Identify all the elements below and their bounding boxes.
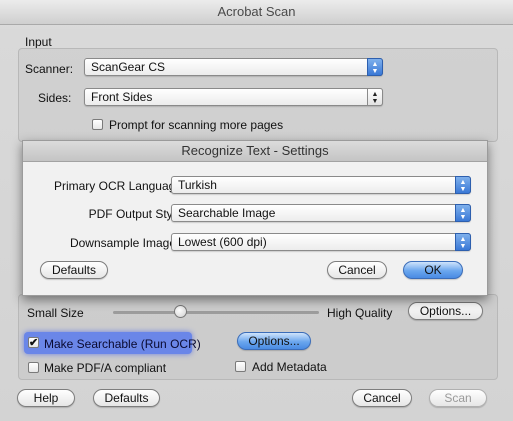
up-down-arrows-icon: ▲ ▼	[455, 176, 471, 194]
sheet-ok-button[interactable]: OK	[403, 261, 463, 279]
pdf-style-popup[interactable]: Searchable Image ▲ ▼	[171, 204, 471, 222]
up-down-arrows-icon: ▲ ▼	[367, 58, 383, 76]
up-down-arrows-icon: ▲ ▼	[367, 88, 383, 106]
sheet-defaults-button[interactable]: Defaults	[40, 261, 108, 279]
primary-ocr-popup[interactable]: Turkish ▲ ▼	[171, 176, 471, 194]
scan-button[interactable]: Scan	[429, 389, 487, 407]
pdfa-label: Make PDF/A compliant	[44, 361, 167, 375]
recognize-text-sheet: Recognize Text - Settings Primary OCR La…	[22, 140, 488, 296]
pdfa-checkbox[interactable]	[28, 362, 39, 373]
small-size-label: Small Size	[27, 306, 84, 320]
prompt-more-pages-checkbox[interactable]	[92, 119, 103, 130]
quality-options-button[interactable]: Options...	[408, 302, 483, 320]
sides-popup[interactable]: Front Sides ▲ ▼	[84, 88, 383, 106]
prompt-more-pages-label: Prompt for scanning more pages	[109, 118, 284, 132]
sheet-body: Primary OCR Language Turkish ▲ ▼ PDF Outp…	[23, 162, 487, 295]
cancel-button[interactable]: Cancel	[352, 389, 412, 407]
pdf-style-label: PDF Output Style	[88, 207, 182, 221]
sheet-cancel-button[interactable]: Cancel	[327, 261, 387, 279]
pdf-style-value: Searchable Image	[178, 206, 276, 220]
downsample-value: Lowest (600 dpi)	[178, 235, 267, 249]
sides-value: Front Sides	[91, 90, 153, 104]
add-metadata-label: Add Metadata	[252, 360, 327, 374]
add-metadata-checkbox[interactable]	[235, 361, 246, 372]
scanner-label: Scanner:	[25, 62, 74, 76]
scanner-popup[interactable]: ScanGear CS ▲ ▼	[84, 58, 383, 76]
ocr-options-button[interactable]: Options...	[237, 332, 311, 350]
defaults-button[interactable]: Defaults	[93, 389, 160, 407]
quality-slider-track[interactable]	[113, 311, 319, 314]
high-quality-label: High Quality	[327, 306, 393, 320]
scanner-value: ScanGear CS	[91, 60, 166, 74]
up-down-arrows-icon: ▲ ▼	[455, 233, 471, 251]
make-searchable-checkbox[interactable]: ✔	[28, 337, 39, 349]
window-title: Acrobat Scan	[0, 0, 513, 25]
up-down-arrows-icon: ▲ ▼	[455, 204, 471, 222]
checkmark-icon: ✔	[29, 337, 39, 349]
help-button[interactable]: Help	[17, 389, 75, 407]
make-searchable-label: Make Searchable (Run OCR)	[44, 337, 201, 351]
primary-ocr-value: Turkish	[178, 178, 217, 192]
primary-ocr-label: Primary OCR Language	[53, 179, 182, 193]
acrobat-scan-window: Acrobat Scan Input Scanner: ScanGear CS …	[0, 0, 513, 421]
sheet-title: Recognize Text - Settings	[23, 141, 487, 162]
sides-label: Sides:	[38, 91, 72, 105]
downsample-label: Downsample Images	[69, 236, 182, 250]
downsample-popup[interactable]: Lowest (600 dpi) ▲ ▼	[171, 233, 471, 251]
input-heading: Input	[25, 35, 52, 49]
